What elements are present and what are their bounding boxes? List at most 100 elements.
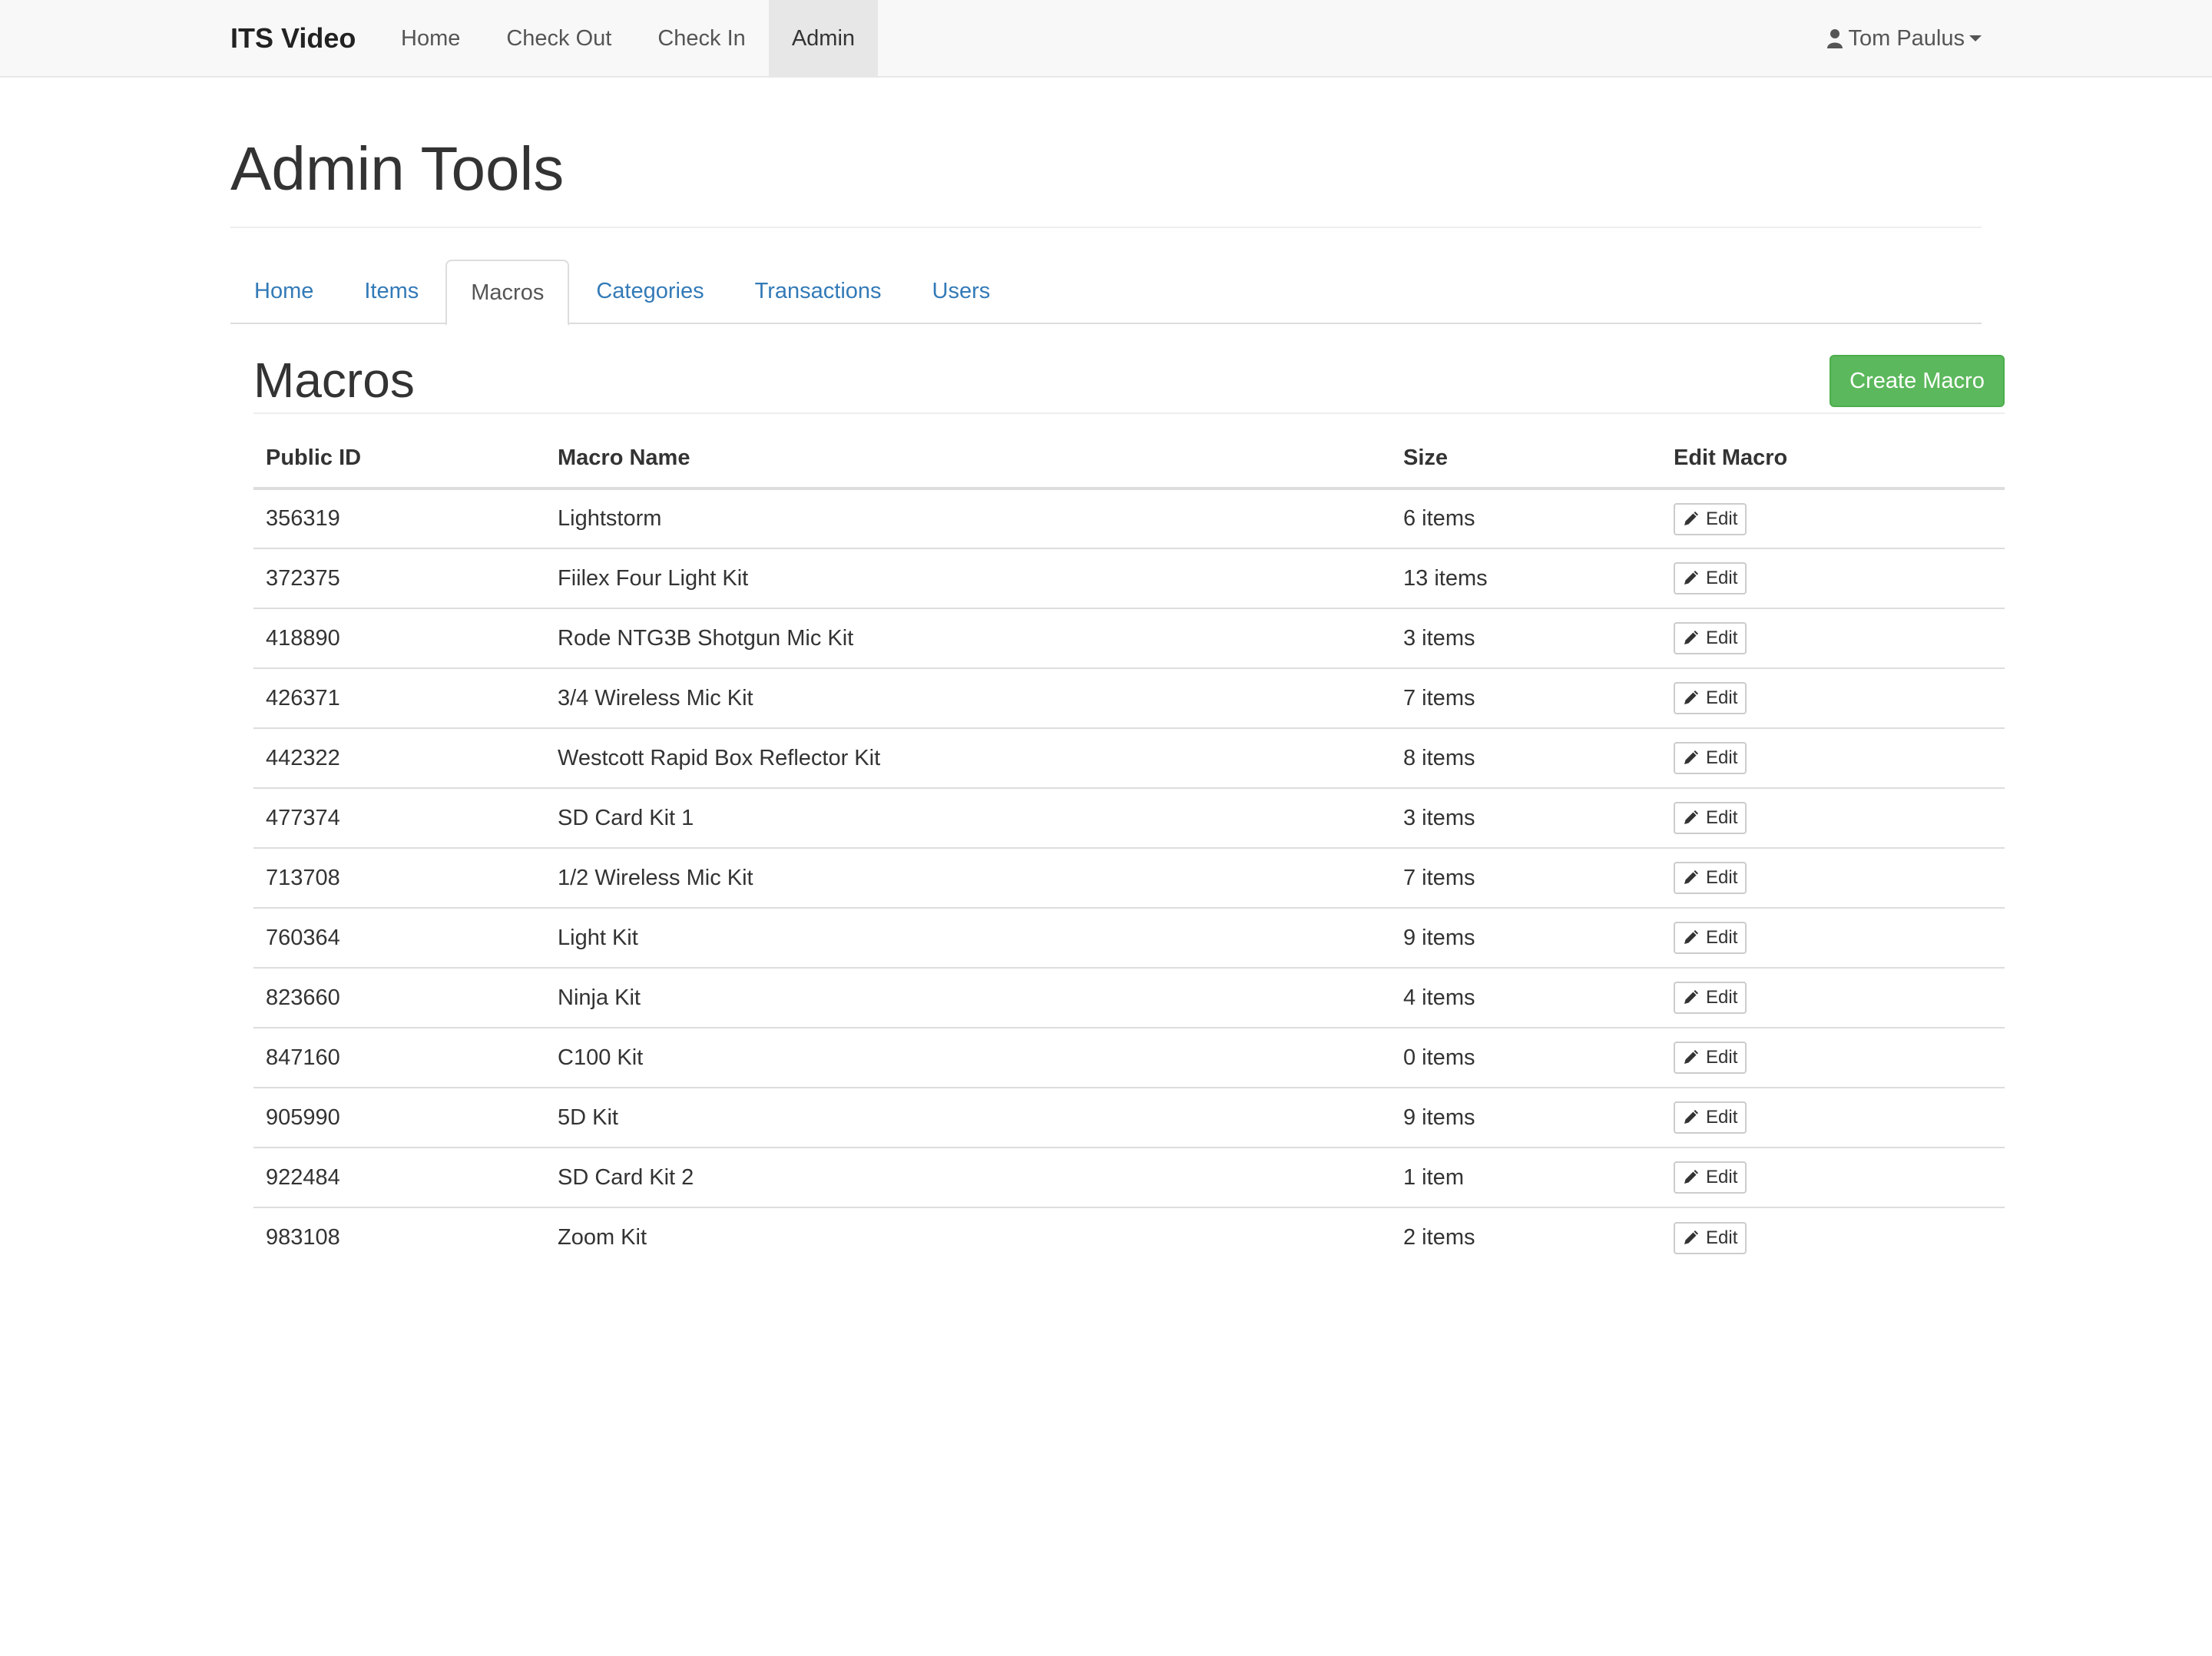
edit-button-label: Edit (1706, 987, 1738, 1008)
tab-categories[interactable]: Categories (572, 260, 727, 324)
cell-edit: Edit (1661, 848, 2005, 909)
table-row: 442322 Westcott Rapid Box Reflector Kit 8 … (253, 728, 2005, 789)
user-icon (1827, 29, 1843, 48)
edit-macro-button[interactable]: Edit (1674, 682, 1747, 714)
edit-macro-button[interactable]: Edit (1674, 1161, 1747, 1194)
pencil-icon (1684, 1110, 1698, 1124)
cell-size: 1 item (1391, 1148, 1661, 1208)
pencil-icon (1684, 1230, 1698, 1244)
tab-transactions[interactable]: Transactions (731, 260, 906, 324)
edit-macro-button[interactable]: Edit (1674, 922, 1747, 954)
nav-link-check-in[interactable]: Check In (634, 0, 768, 77)
edit-button-label: Edit (1706, 1107, 1738, 1128)
table-row: 983108 Zoom Kit 2 items Edit (253, 1207, 2005, 1267)
cell-edit: Edit (1661, 1148, 2005, 1208)
edit-macro-button[interactable]: Edit (1674, 802, 1747, 834)
table-row: 847160 C100 Kit 0 items Edit (253, 1028, 2005, 1088)
cell-size: 2 items (1403, 1225, 1475, 1250)
create-macro-button[interactable]: Create Macro (1830, 355, 2005, 407)
cell-edit: Edit (1661, 1088, 2005, 1148)
cell-size: 9 items (1391, 908, 1661, 969)
admin-tabs: Home Items Macros Categories Transaction… (230, 260, 1982, 326)
user-name: Tom Paulus (1848, 26, 1965, 51)
table-row: 356319 Lightstorm 6 items Edit (253, 489, 2005, 549)
edit-macro-button[interactable]: Edit (1674, 622, 1747, 654)
edit-macro-button[interactable]: Edit (1674, 862, 1747, 894)
edit-button-label: Edit (1706, 867, 1738, 888)
pencil-icon (1684, 1050, 1698, 1064)
edit-macro-button[interactable]: Edit (1674, 982, 1747, 1014)
cell-macro-name: Rode NTG3B Shotgun Mic Kit (545, 608, 1391, 669)
pencil-icon (1684, 631, 1698, 644)
table-row: 372375 Fiilex Four Light Kit 13 items Edit (253, 548, 2005, 609)
cell-macro-name: Fiilex Four Light Kit (545, 548, 1391, 609)
cell-size: 4 items (1391, 968, 1661, 1028)
table-row: 823660 Ninja Kit 4 items Edit (253, 968, 2005, 1028)
cell-edit: Edit (1661, 788, 2005, 849)
tab-users[interactable]: Users (909, 260, 1015, 324)
pencil-icon (1684, 511, 1698, 525)
pencil-icon (1684, 571, 1698, 585)
edit-macro-button[interactable]: Edit (1674, 1042, 1747, 1074)
table-body: 356319 Lightstorm 6 items Edit 372375 Fiilex … (253, 489, 2005, 1267)
pencil-icon (1684, 1170, 1698, 1184)
edit-macro-button[interactable]: Edit (1674, 502, 1747, 535)
table-row: 418890 Rode NTG3B Shotgun Mic Kit 3 items E… (253, 608, 2005, 669)
macros-table: Public ID Macro Name Size Edit Macro 356… (253, 429, 2005, 1267)
cell-macro-name: SD Card Kit 2 (545, 1148, 1391, 1208)
table-row: 905990 5D Kit 9 items Edit (253, 1088, 2005, 1148)
edit-button-label: Edit (1706, 1047, 1738, 1068)
edit-button-label: Edit (1706, 687, 1738, 708)
cell-edit: Edit (1661, 968, 2005, 1028)
nav-link-admin[interactable]: Admin (768, 0, 879, 77)
cell-macro-name: Lightstorm (545, 489, 1391, 549)
edit-button-label: Edit (1706, 927, 1738, 948)
cell-size: 3 items (1391, 608, 1661, 669)
pencil-icon (1684, 930, 1698, 944)
cell-edit: Edit (1661, 668, 2005, 729)
nav-link-check-out[interactable]: Check Out (483, 0, 634, 77)
edit-macro-button[interactable]: Edit (1674, 1221, 1747, 1254)
brand-logo[interactable]: ITS Video (230, 0, 356, 77)
cell-size: 6 items (1391, 489, 1661, 549)
cell-size: 13 items (1391, 548, 1661, 609)
cell-edit: Edit (1661, 728, 2005, 789)
table-row: 477374 SD Card Kit 13 items Edit (253, 788, 2005, 849)
edit-button-label: Edit (1706, 807, 1738, 828)
cell-edit: Edit (1661, 1207, 2005, 1267)
edit-button-label: Edit (1706, 568, 1738, 588)
cell-edit: Edit (1661, 608, 2005, 669)
section-title: Macros (253, 353, 415, 408)
tab-macros[interactable]: Macros (445, 260, 570, 326)
cell-public-id: 418890 (253, 608, 545, 669)
edit-button-label: Edit (1706, 628, 1738, 648)
edit-macro-button[interactable]: Edit (1674, 562, 1747, 595)
nav-link-home[interactable]: Home (378, 0, 483, 77)
cell-size: 7 items (1391, 848, 1661, 909)
tab-items[interactable]: Items (340, 260, 442, 324)
caret-down-icon (1969, 35, 1982, 41)
cell-size: 9 items (1391, 1088, 1661, 1148)
cell-macro-name: 3/4 Wireless Mic Kit (545, 668, 1391, 729)
table-row: 426371 3/4 Wireless Mic Kit 7 items Edit (253, 668, 2005, 729)
table-row: 713708 1/2 Wireless Mic Kit 7 items Edit (253, 848, 2005, 909)
section-divider (253, 412, 2005, 414)
edit-button-label: Edit (1706, 747, 1738, 768)
cell-size: 0 items (1391, 1028, 1661, 1088)
edit-macro-button[interactable]: Edit (1674, 742, 1747, 774)
cell-macro-name: C100 Kit (545, 1028, 1391, 1088)
user-menu-dropdown[interactable]: Tom Paulus (1826, 0, 1982, 77)
cell-edit: Edit (1661, 1028, 2005, 1088)
pencil-icon (1684, 870, 1698, 884)
pencil-icon (1684, 810, 1698, 824)
edit-macro-button[interactable]: Edit (1674, 1101, 1747, 1134)
cell-public-id: 760364 (253, 908, 545, 969)
cell-public-id: 372375 (253, 548, 545, 609)
header-divider (230, 227, 1982, 228)
edit-button-label: Edit (1706, 1167, 1738, 1187)
tab-home[interactable]: Home (230, 260, 337, 324)
column-header-public-id: Public ID (253, 429, 545, 490)
cell-macro-name: 1/2 Wireless Mic Kit (545, 848, 1391, 909)
cell-size: 8 items (1391, 728, 1661, 789)
edit-button-label: Edit (1706, 508, 1738, 529)
